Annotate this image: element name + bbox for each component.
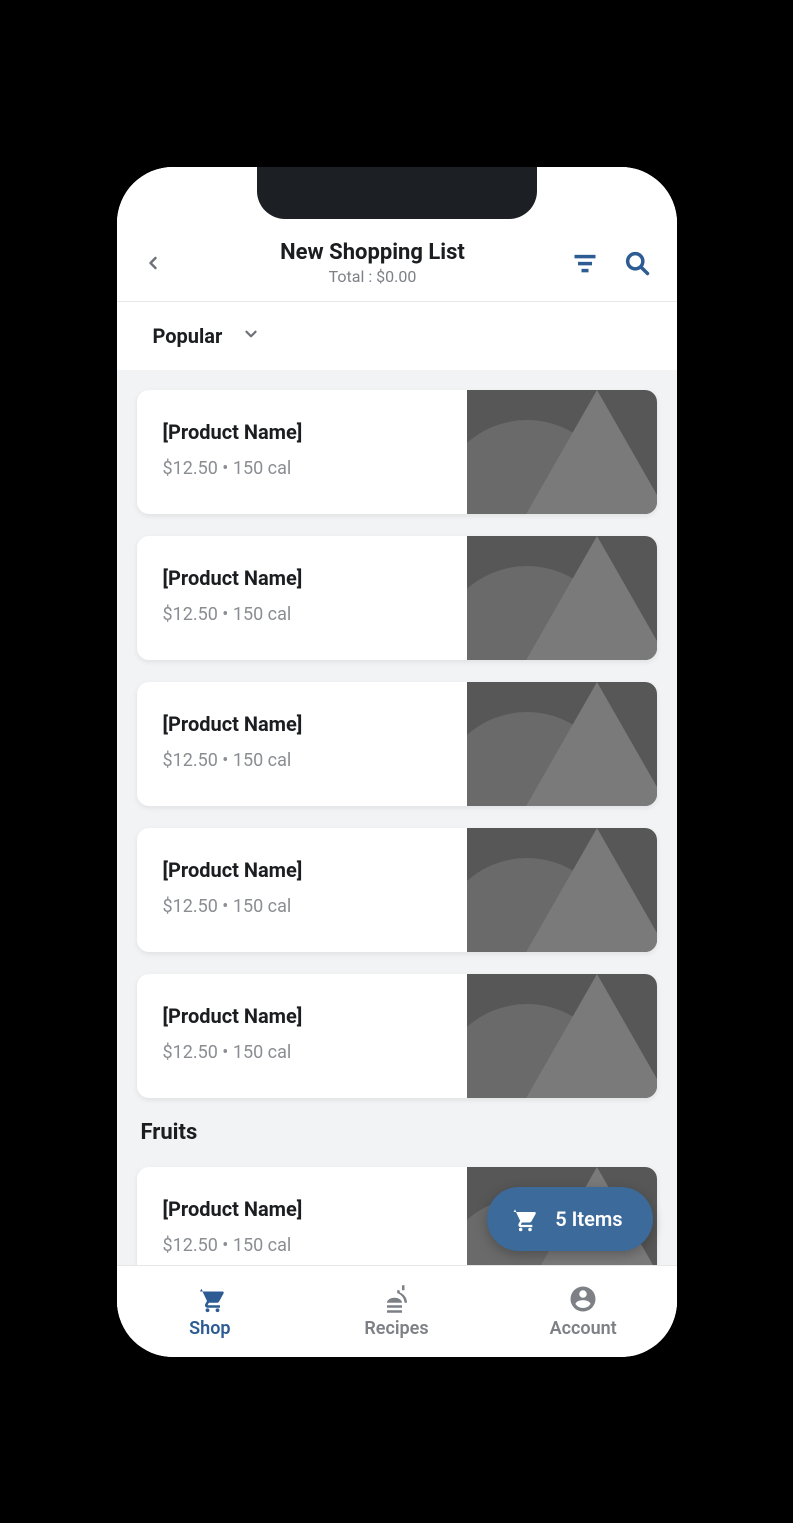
header-title-wrap: New Shopping List Total : $0.00 [177,240,569,286]
bottom-nav: Shop Recipes Account [117,1265,677,1357]
product-card[interactable]: [Product Name] $12.50 • 150 cal [137,974,657,1098]
product-name: [Product Name] [163,712,441,736]
product-meta: $12.50 • 150 cal [163,1042,441,1063]
page-subtitle: Total : $0.00 [177,267,569,286]
product-meta: $12.50 • 150 cal [163,750,441,771]
sort-label: Popular [153,324,223,348]
account-circle-icon [568,1284,598,1314]
product-info: [Product Name] $12.50 • 150 cal [137,536,467,660]
sort-dropdown[interactable]: Popular [117,302,677,370]
product-info: [Product Name] $12.50 • 150 cal [137,390,467,514]
filter-icon [571,249,599,277]
chevron-left-icon [143,253,163,273]
product-card[interactable]: [Product Name] $12.50 • 150 cal [137,828,657,952]
product-card[interactable]: [Product Name] $12.50 • 150 cal [137,390,657,514]
page-title: New Shopping List [177,240,569,265]
search-icon [623,249,651,277]
product-meta: $12.50 • 150 cal [163,896,441,917]
product-card[interactable]: [Product Name] $12.50 • 150 cal [137,536,657,660]
product-name: [Product Name] [163,1197,441,1221]
phone-frame: New Shopping List Total : $0.00 Popular [117,167,677,1357]
search-button[interactable] [621,247,653,279]
product-info: [Product Name] $12.50 • 150 cal [137,974,467,1098]
nav-label: Shop [189,1318,230,1339]
product-name: [Product Name] [163,1004,441,1028]
product-image-placeholder [467,536,657,660]
product-info: [Product Name] $12.50 • 150 cal [137,682,467,806]
top-actions [569,247,653,279]
fastfood-icon [382,1284,412,1314]
section-header-fruits: Fruits [141,1120,657,1145]
product-image-placeholder [467,682,657,806]
nav-label: Account [550,1318,617,1339]
product-info: [Product Name] $12.50 • 150 cal [137,828,467,952]
cart-icon [195,1284,225,1314]
nav-shop[interactable]: Shop [117,1266,304,1357]
product-image-placeholder [467,390,657,514]
product-name: [Product Name] [163,420,441,444]
product-meta: $12.50 • 150 cal [163,458,441,479]
product-meta: $12.50 • 150 cal [163,1235,441,1256]
nav-label: Recipes [364,1318,428,1339]
app-screen: New Shopping List Total : $0.00 Popular [117,167,677,1357]
nav-recipes[interactable]: Recipes [303,1266,490,1357]
product-meta: $12.50 • 150 cal [163,604,441,625]
product-name: [Product Name] [163,566,441,590]
nav-account[interactable]: Account [490,1266,677,1357]
chevron-down-icon [242,325,260,347]
product-image-placeholder [467,828,657,952]
cart-summary-button[interactable]: 5 Items [487,1187,652,1251]
device-notch [257,167,537,219]
product-card[interactable]: [Product Name] $12.50 • 150 cal [137,682,657,806]
filter-button[interactable] [569,247,601,279]
cart-icon [509,1205,537,1233]
product-image-placeholder [467,974,657,1098]
back-button[interactable] [129,239,177,287]
cart-summary-label: 5 Items [555,1207,622,1231]
product-name: [Product Name] [163,858,441,882]
